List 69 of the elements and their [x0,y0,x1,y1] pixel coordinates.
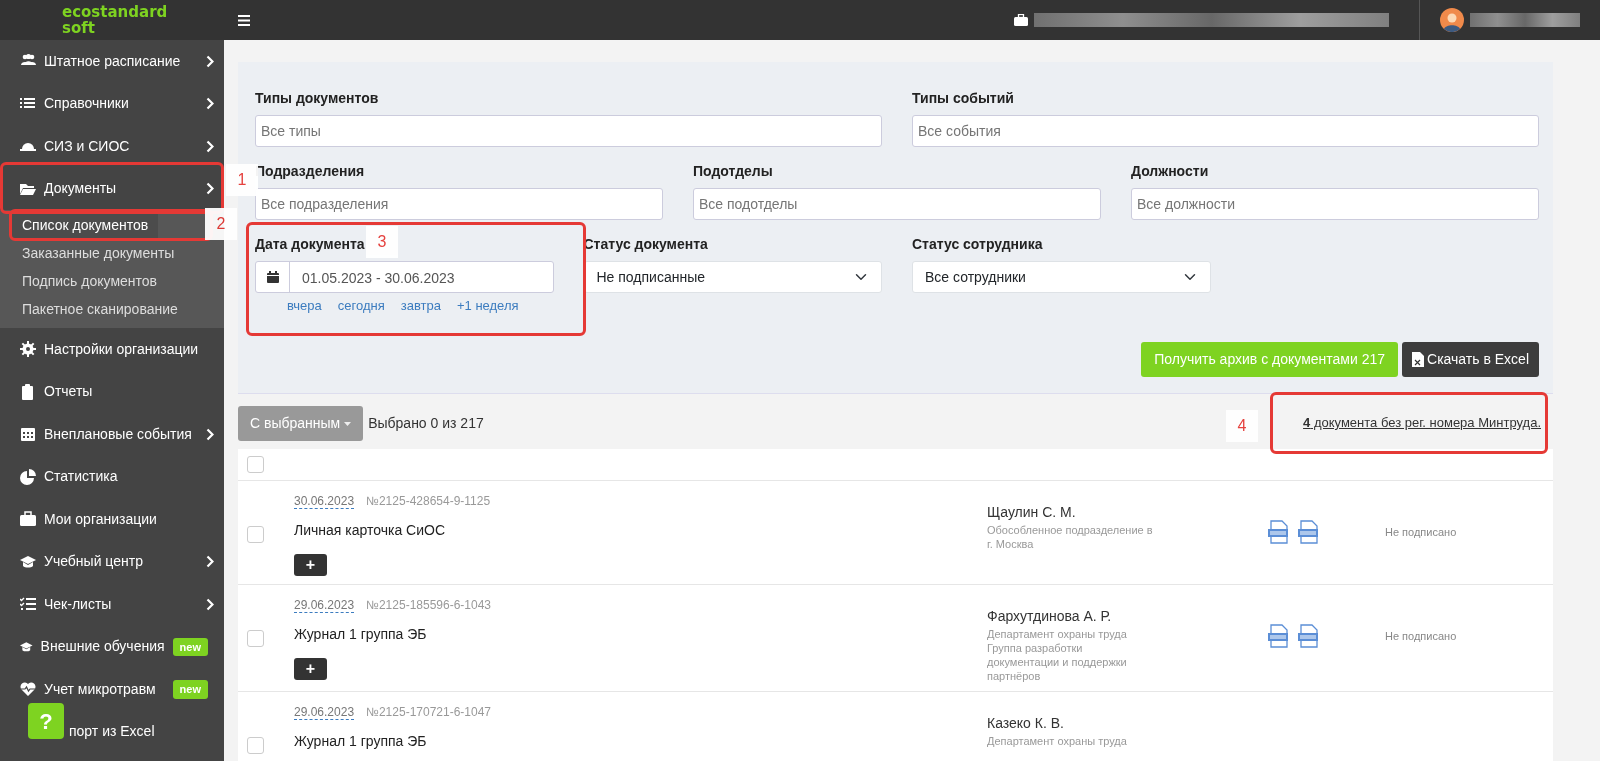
sidebar-item[interactable]: Документы [6,167,218,210]
excel-button[interactable]: Скачать в Excel [1402,341,1539,377]
date-range-field[interactable]: 01.05.2023 - 30.06.2023 [255,261,554,293]
field-label: Подразделения [255,162,365,181]
department-text: партнёров [987,668,1042,683]
employee-name: Казеко К. В. [987,713,1065,733]
sidebar-item[interactable]: Штатное расписание [6,40,218,83]
logo-text: soft [62,20,96,36]
submenu-item[interactable]: Подпись документов [12,268,167,296]
date-shortcut-link[interactable]: завтра [400,296,441,316]
annotation-number: 1 [226,164,258,196]
sidebar-item[interactable]: Настройки организации [6,328,218,371]
input-field[interactable]: Все подотделы [693,188,1101,220]
document-date[interactable]: 29.06.2023 [294,597,355,613]
department-text: Департамент охраны труда [987,733,1128,748]
document-number: №2125-428654-9-1125 [366,493,491,508]
sidebar-item[interactable]: Справочники [6,82,218,125]
document-title[interactable]: Журнал 1 группа ЭБ [294,730,987,752]
document-number: №2125-185596-6-1043 [366,597,492,612]
annotation-number: 3 [366,226,398,258]
employee-name: Щаулин С. М. [987,502,1077,522]
submenu-item[interactable]: Заказанные документы [12,240,185,268]
field-label: Типы событий [912,89,1014,108]
field-label: Типы документов [255,89,379,108]
sidebar-item[interactable]: Статистика [6,455,218,498]
sidebar-item[interactable]: Внешние обучения new [6,625,218,668]
sidebar-item[interactable]: Внеплановые события [6,413,218,456]
annotation-number: 4 [1226,410,1258,442]
department-text: Группа разработки [987,640,1084,655]
add-button[interactable]: + [294,657,327,680]
employee-name: Фархутдинова А. Р. [987,606,1113,626]
date-shortcut-link[interactable]: вчера [287,296,322,316]
field-label: Дата документа [255,235,365,254]
field-label: Должности [1131,162,1209,181]
department-text: Департамент охраны труда [987,626,1128,641]
new-badge: new [172,637,208,656]
input-field[interactable]: Все события [912,115,1539,147]
document-date[interactable]: 29.06.2023 [294,704,355,720]
department-text: г. Москва [987,536,1035,551]
sidebar-item[interactable]: Мои организации [6,498,218,541]
sidebar-item[interactable]: СИЗ и СИОС [6,125,218,168]
field-label: Подотделы [693,162,773,181]
select-field[interactable]: Все сотрудники [912,261,1211,293]
submenu-item[interactable]: Пакетное сканирование [12,296,188,324]
signature-status: Не подписано [1385,628,1457,644]
sidebar-item[interactable]: Чек-листы [6,583,218,626]
annotation-number: 2 [205,208,237,240]
date-shortcut-link[interactable]: +1 неделя [456,296,519,316]
missing-number-link[interactable]: 4 документа без рег. номера Минтруда. [1303,413,1541,433]
sidebar-item[interactable]: порт из Excel [69,721,155,743]
department-text: Обособленное подразделение в [987,522,1154,537]
input-field[interactable]: Все должности [1131,188,1539,220]
selected-count: Выбрано 0 из 217 [368,413,484,433]
department-text: документации и поддержки [987,654,1128,669]
field-label: Статус сотрудника [912,235,1043,254]
add-button[interactable]: + [294,553,327,576]
signature-status: Не подписано [1385,524,1457,540]
sidebar-item[interactable]: Учебный центр [6,540,218,583]
document-number: №2125-170721-6-1047 [366,704,492,719]
sidebar-item[interactable]: Отчеты [6,370,218,413]
document-title[interactable]: Личная карточка СиОС [294,519,987,541]
document-title[interactable]: Журнал 1 группа ЭБ [294,623,987,645]
document-date[interactable]: 30.06.2023 [294,493,355,509]
date-shortcut-link[interactable]: сегодня [337,296,385,316]
input-field[interactable]: Все подразделения [255,188,663,220]
new-badge: new [172,680,208,699]
select-field[interactable]: Не подписанные [583,261,882,293]
logo-text: ecostandard [62,4,169,20]
input-field[interactable]: Все типы [255,115,882,147]
